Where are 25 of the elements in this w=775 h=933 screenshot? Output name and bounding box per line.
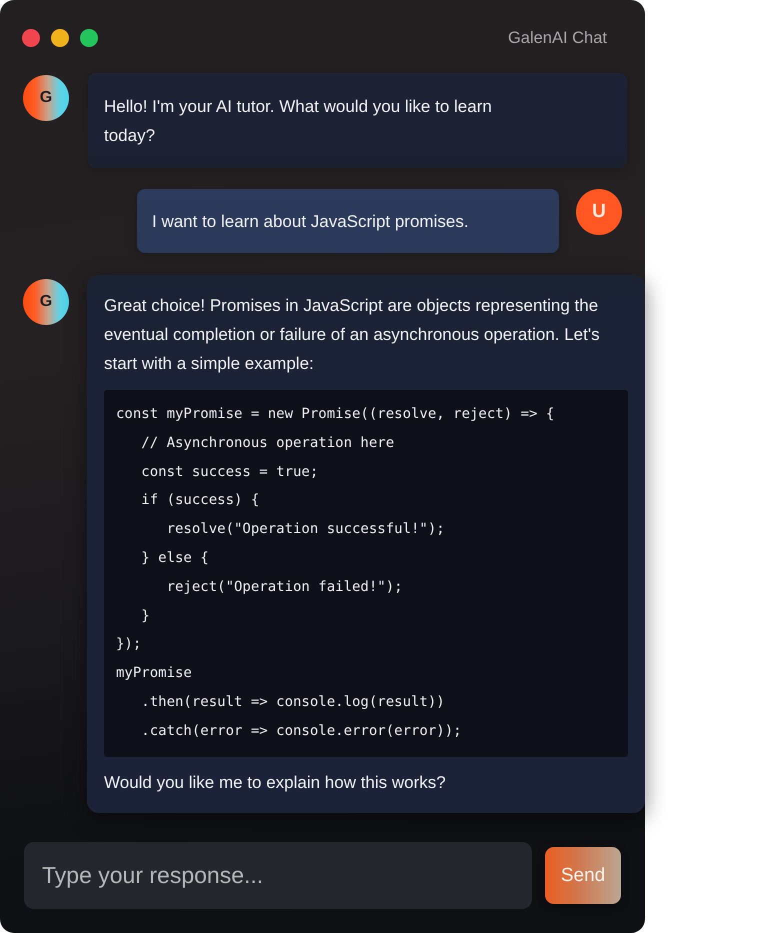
code-line: // Asynchronous operation here — [140, 434, 394, 453]
code-line: } else { — [140, 548, 209, 568]
message-text: Hello! I'm your AI tutor. What would you like to learn today? — [104, 96, 493, 147]
assistant-avatar: G — [23, 75, 69, 121]
code-line: }); — [116, 635, 142, 654]
code-line: const myPromise = new Promise((resolve, reject) => { — [116, 405, 554, 424]
code-line: const success = true; — [140, 462, 318, 482]
code-line: .then(result => console.log(result)) — [140, 692, 445, 712]
message-text: I want to learn about JavaScript promises. — [152, 211, 470, 233]
code-line: } — [140, 606, 150, 626]
code-line: .catch(error => console.error(error)); — [140, 722, 462, 741]
assistant-avatar: G — [23, 279, 69, 325]
message-input[interactable]: Type your response... — [24, 842, 532, 909]
code-line: reject("Operation failed!"); — [166, 578, 403, 597]
zoom-button[interactable] — [80, 29, 98, 47]
message-text: Would you like me to explain how this works? — [104, 772, 447, 794]
code-line: myPromise — [116, 664, 192, 684]
close-button[interactable] — [22, 29, 40, 47]
code-line: if (success) { — [140, 491, 260, 510]
user-avatar: U — [576, 189, 622, 235]
code-line: resolve("Operation successful!"); — [166, 520, 445, 540]
window-title: GalenAI Chat — [508, 29, 607, 47]
send-button[interactable]: Send — [545, 847, 621, 904]
minimize-button[interactable] — [51, 29, 69, 47]
message-text: Great choice! Promises in JavaScript are objects representing the eventual completion or failure of an asynchronous operation. Let's start with a simple example: — [104, 295, 601, 375]
